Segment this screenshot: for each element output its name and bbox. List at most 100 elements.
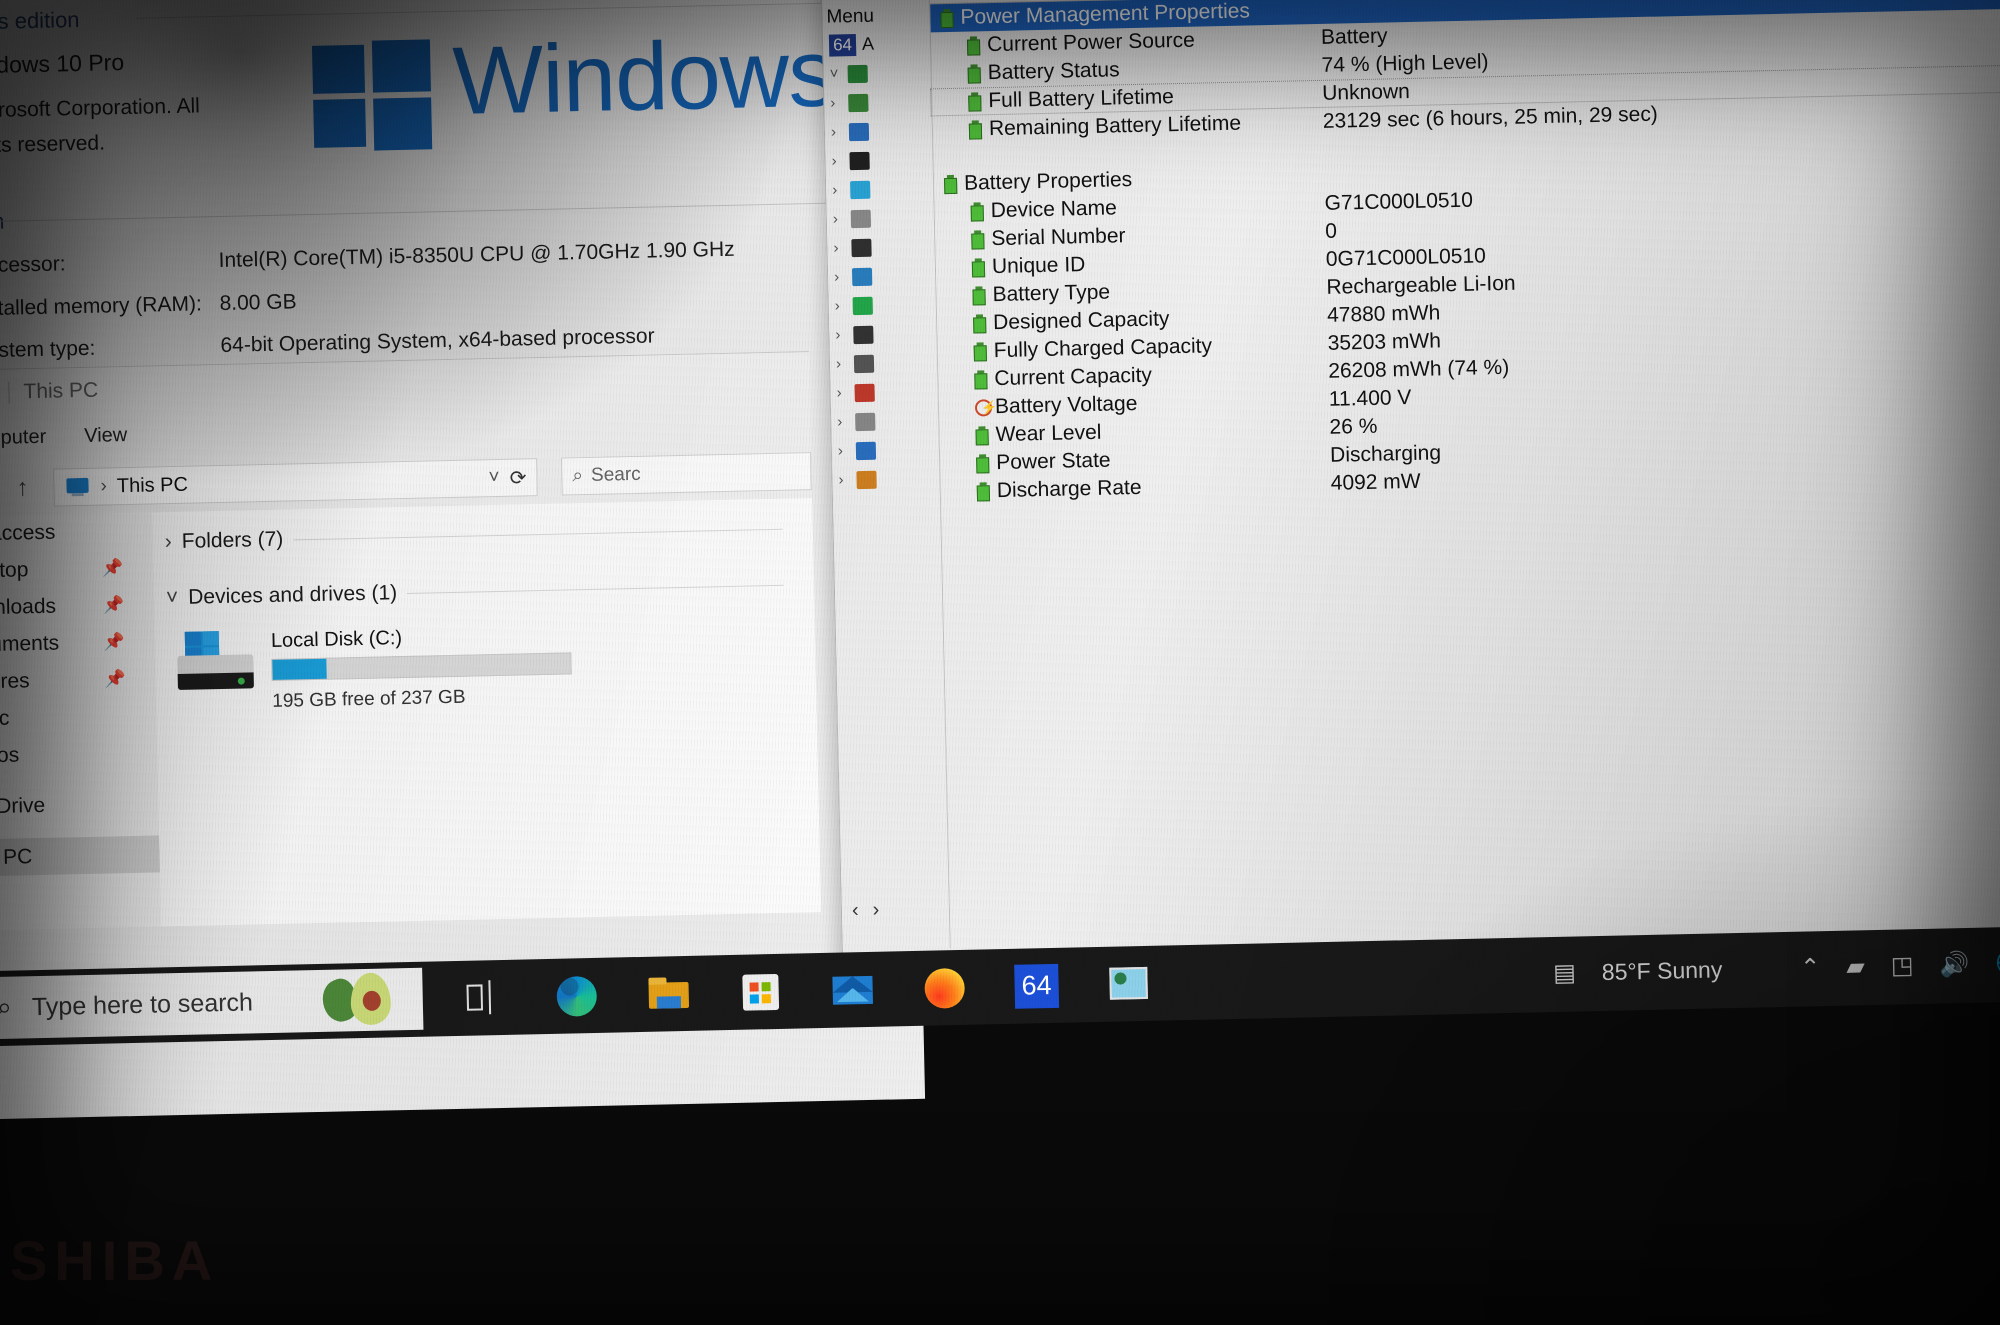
tree-root-node[interactable]: 64 A	[823, 28, 931, 59]
power-tool-icon[interactable]	[1106, 961, 1151, 1006]
tree-node-expanded[interactable]: ˅	[823, 57, 931, 88]
row-field-label: Serial Number	[991, 224, 1126, 251]
drive-item-local-disk-c[interactable]: Local Disk (C:) 195 GB free of 237 GB	[177, 618, 817, 715]
search-input[interactable]: ⌕ Searc	[561, 452, 812, 496]
row-field-label: Device Name	[990, 196, 1117, 223]
weather-text[interactable]: 85°F Sunny	[1602, 956, 1723, 986]
drive-name: Local Disk (C:)	[270, 627, 403, 652]
chevron-right-icon[interactable]: ›	[832, 181, 844, 198]
row-field-label: Designed Capacity	[992, 307, 1170, 335]
file-explorer-window: ▾ This PC Computer View → ˅ ↑ ›	[0, 351, 821, 932]
breadcrumb[interactable]: › This PC ˅ ⟳	[53, 458, 538, 507]
chevron-down-icon[interactable]: ˅	[166, 586, 179, 610]
scroll-left-icon[interactable]: ‹	[852, 899, 859, 922]
chevron-right-icon[interactable]: ›	[838, 471, 850, 488]
sidebar-item-documents[interactable]: Documents 📌	[0, 622, 155, 664]
battery-icon	[968, 119, 983, 140]
node-icon	[850, 180, 871, 199]
group-header-devices[interactable]: ˅ Devices and drives (1)	[166, 573, 784, 610]
breadcrumb-chevron-icon: ›	[100, 475, 108, 497]
system-type-label: ...ystem type:	[0, 336, 96, 363]
pin-icon[interactable]: 📌	[104, 632, 126, 652]
tree-node-list[interactable]: › › › › › › › › › › › › › ›	[824, 86, 940, 494]
tree-node[interactable]: ›	[827, 231, 935, 262]
pin-icon[interactable]: 📌	[103, 595, 125, 615]
tree-node[interactable]: ›	[830, 347, 938, 378]
drive-capacity-fill	[272, 658, 327, 680]
row-value: Battery	[1320, 24, 1388, 49]
tree-node[interactable]: ›	[827, 202, 935, 233]
up-arrow-icon[interactable]: ↑	[9, 474, 36, 503]
chevron-right-icon[interactable]: ›	[837, 413, 849, 430]
chevron-right-icon[interactable]: ›	[830, 94, 842, 112]
tab-computer[interactable]: Computer	[0, 425, 46, 450]
avocado-sticker	[316, 970, 397, 1030]
battery-tray-icon[interactable]: ▰	[1846, 952, 1865, 981]
pin-icon[interactable]: 📌	[102, 558, 124, 578]
tree-node[interactable]: ›	[824, 86, 932, 117]
hwinfo64-icon[interactable]: 64	[1014, 963, 1060, 1009]
task-view-icon[interactable]	[462, 975, 507, 1020]
quick-access-group-label[interactable]: Quick access	[0, 513, 153, 554]
row-field: Wear Level	[975, 421, 1102, 448]
tree-node[interactable]: ›	[825, 144, 933, 175]
tree-node[interactable]: ›	[826, 173, 934, 204]
tree-node[interactable]: ›	[828, 260, 936, 291]
battery-icon	[971, 257, 986, 278]
chevron-right-icon[interactable]: ›	[833, 210, 845, 227]
file-explorer-icon[interactable]	[646, 971, 691, 1016]
chevron-right-icon[interactable]: ›	[834, 268, 846, 285]
chevron-right-icon[interactable]: ›	[836, 355, 848, 372]
chevron-right-icon[interactable]: ›	[836, 384, 848, 401]
row-field: Discharge Rate	[976, 476, 1142, 504]
chevron-down-icon[interactable]: ˅	[830, 65, 842, 82]
tree-node[interactable]: ›	[829, 318, 937, 349]
chevron-right-icon[interactable]: ›	[838, 442, 850, 459]
news-weather-icon[interactable]: ▤	[1553, 958, 1576, 987]
onedrive-tray-icon[interactable]: ◳	[1890, 951, 1914, 980]
sidebar-item-this-pc[interactable]: This PC	[0, 835, 160, 878]
chevron-right-icon[interactable]: ›	[164, 530, 172, 554]
pin-icon[interactable]: 📌	[104, 669, 126, 689]
breadcrumb-this-pc[interactable]: This PC	[117, 473, 189, 498]
chevron-right-icon[interactable]: ›	[831, 123, 843, 140]
sidebar-item-downloads[interactable]: Downloads 📌	[0, 585, 155, 627]
row-field-label: Battery Status	[987, 58, 1120, 85]
microsoft-store-icon[interactable]	[738, 969, 783, 1014]
chevron-right-icon[interactable]: ›	[833, 239, 845, 256]
sidebar-item-videos[interactable]: Videos	[0, 733, 158, 775]
chevron-down-icon[interactable]: ˅	[488, 467, 500, 489]
group-header-folders[interactable]: › Folders (7)	[164, 517, 783, 554]
chevron-right-icon[interactable]: ›	[835, 297, 847, 314]
sidebar-item-label: Downloads	[0, 594, 57, 620]
menu-label[interactable]: Menu	[822, 0, 930, 31]
row-value: 23129 sec (6 hours, 25 min, 29 sec)	[1322, 102, 1659, 133]
drive-free-text: 195 GB free of 237 GB	[272, 686, 466, 712]
volume-icon[interactable]: 🔊	[1939, 949, 1970, 979]
sidebar-item-desktop[interactable]: Desktop 📌	[0, 548, 154, 590]
laptop-brand-label: SHIBA	[10, 1229, 220, 1292]
firefox-icon[interactable]	[922, 965, 967, 1010]
sidebar-item-music[interactable]: Music	[0, 696, 157, 738]
hwinfo-tree-pane[interactable]: avorité Menu 64 A ˅ ›››››››››››››› ‹ ›	[821, 0, 951, 951]
tree-node[interactable]: ›	[832, 434, 940, 465]
mail-icon[interactable]	[830, 967, 875, 1012]
tree-scroll-controls[interactable]: ‹ ›	[852, 899, 880, 923]
chevron-right-icon[interactable]: ›	[831, 152, 843, 169]
tree-node[interactable]: ›	[831, 405, 939, 436]
refresh-icon[interactable]: ⟳	[509, 465, 526, 490]
file-list-area: › Folders (7) ˅ Devices and drives (1) L…	[152, 498, 821, 927]
chevron-right-icon[interactable]: ›	[835, 326, 847, 343]
show-hidden-icons-chevron-icon[interactable]: ⌃	[1800, 953, 1821, 982]
tree-node[interactable]: ›	[825, 115, 933, 146]
tab-view[interactable]: View	[84, 424, 127, 448]
battery-icon	[973, 341, 987, 362]
scroll-right-icon[interactable]: ›	[872, 899, 879, 922]
network-icon[interactable]: 🌐	[1995, 948, 2000, 978]
tree-node[interactable]: ›	[828, 289, 936, 320]
tree-node[interactable]: ›	[832, 463, 940, 494]
tree-node[interactable]: ›	[830, 376, 938, 407]
sidebar-item-onedrive[interactable]: OneDrive	[0, 784, 159, 826]
sidebar-item-pictures[interactable]: Pictures 📌	[0, 659, 156, 701]
edge-icon[interactable]	[554, 973, 599, 1018]
